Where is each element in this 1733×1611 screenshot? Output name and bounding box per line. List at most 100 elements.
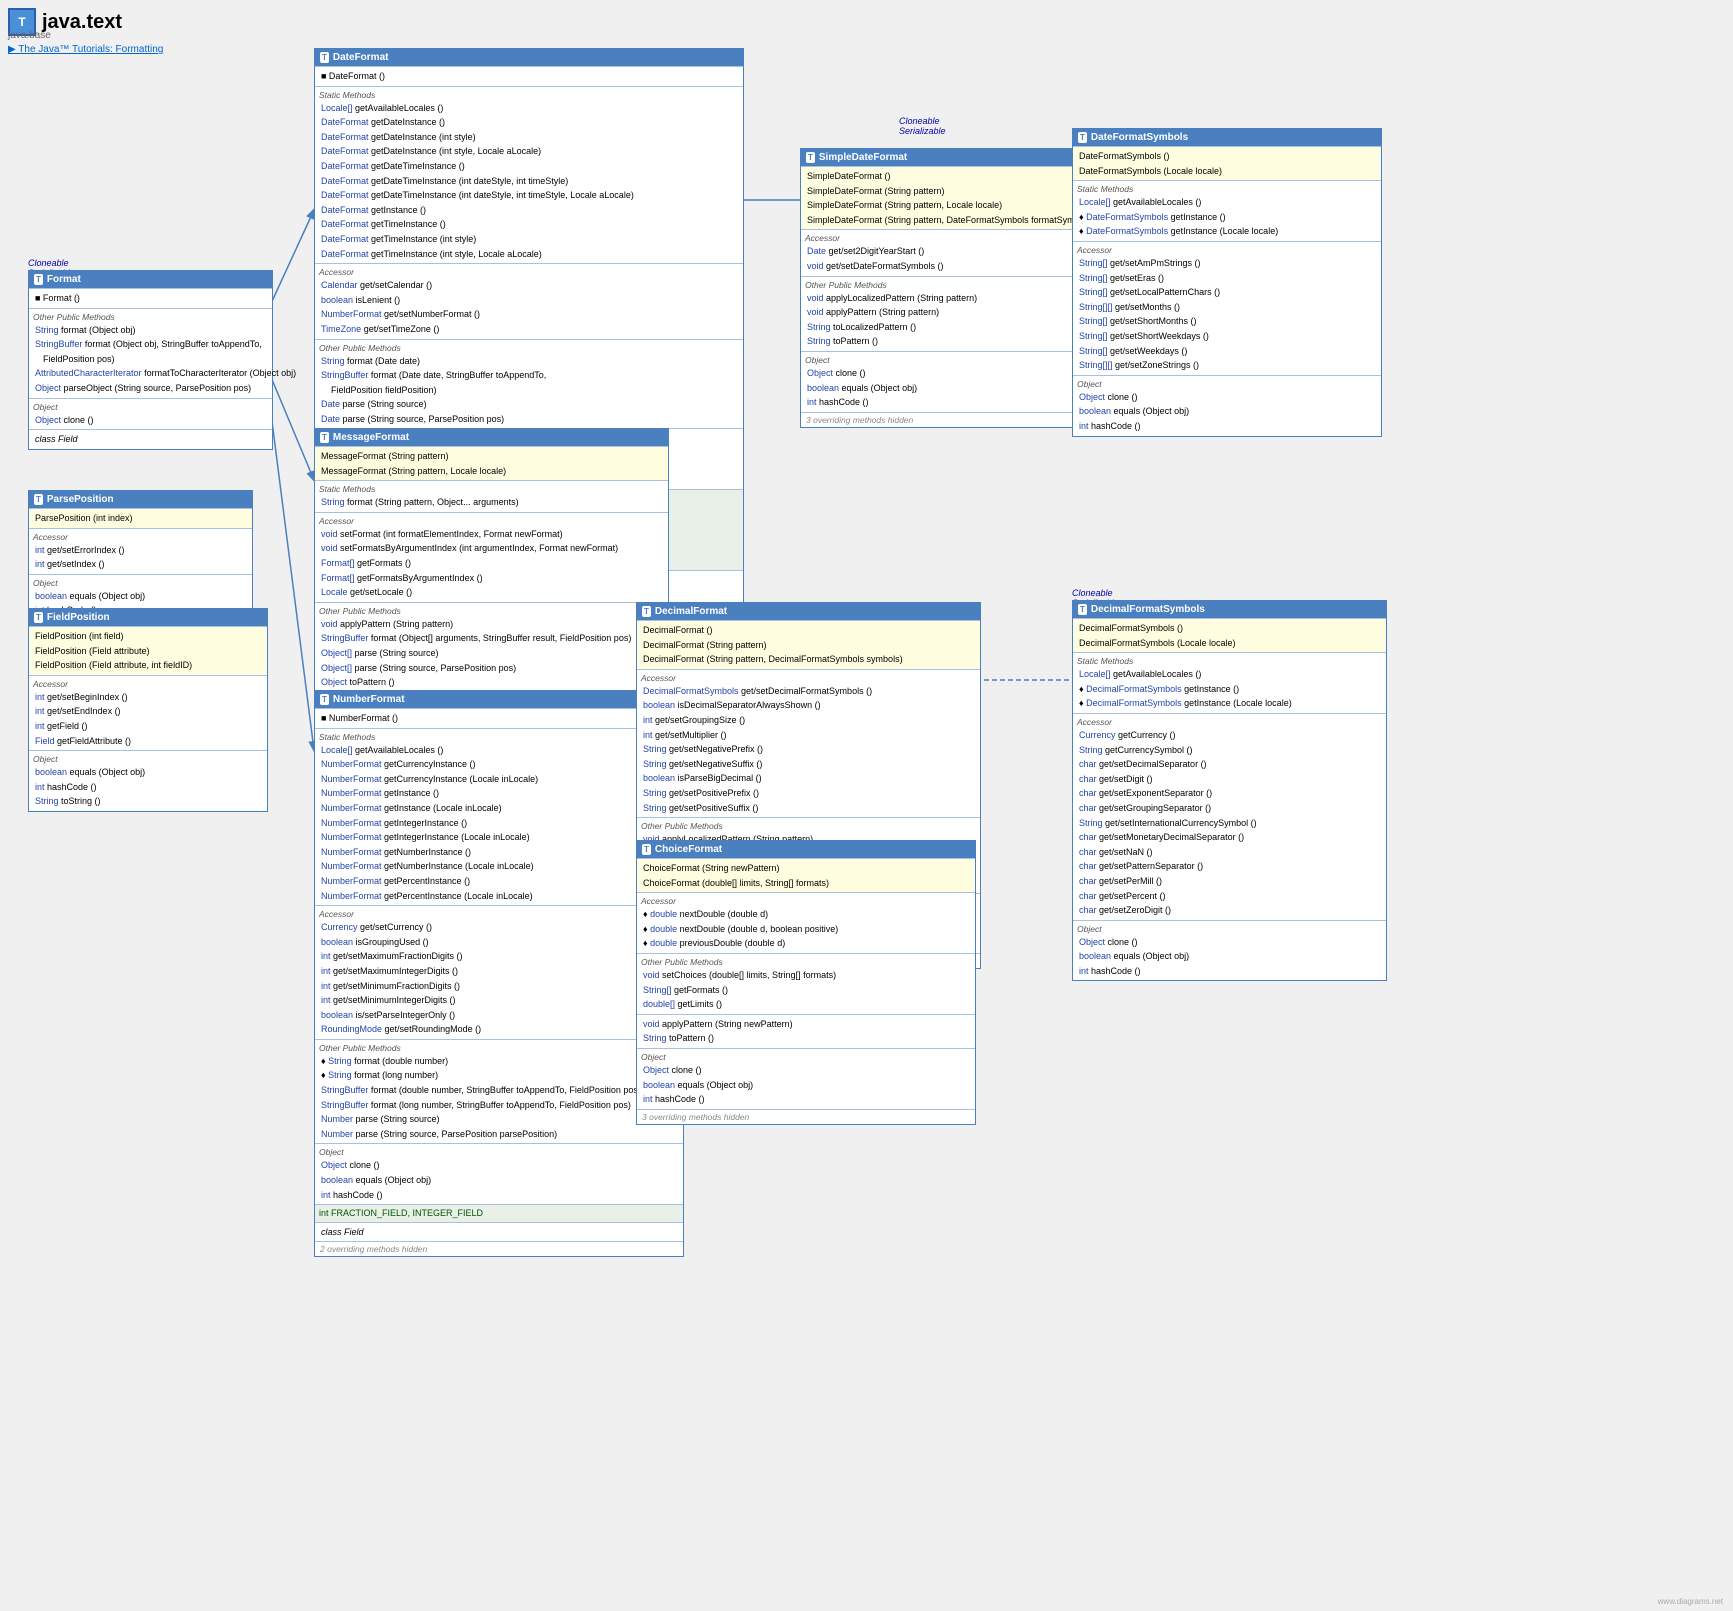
nf-s1: Locale[] getAvailableLocales () [319, 743, 679, 758]
fp-object-title: Object [33, 753, 263, 765]
nf-o1: ♦ String format (double number) [319, 1054, 679, 1069]
nf-s5: NumberFormat getInstance (Locale inLocal… [319, 801, 679, 816]
dcf-a1: DecimalFormatSymbols get/setDecimalForma… [641, 684, 976, 699]
nf-accessor-section: Accessor Currency get/setCurrency () boo… [315, 905, 683, 1039]
dfs-obj3: int hashCode () [1077, 419, 1377, 434]
nf-s2: NumberFormat getCurrencyInstance () [319, 757, 679, 772]
dcf-c2: DecimalFormat (String pattern) [641, 638, 976, 653]
dcfs-a6: char get/setGroupingSeparator () [1077, 801, 1382, 816]
cf-other-title: Other Public Methods [641, 956, 971, 968]
cf-obj2: boolean equals (Object obj) [641, 1078, 971, 1093]
df-a3: NumberFormat get/setNumberFormat () [319, 307, 739, 322]
cf-constructors: ChoiceFormat (String newPattern) ChoiceF… [637, 858, 975, 892]
fp-constructors: FieldPosition (int field) FieldPosition … [29, 626, 267, 675]
dfs-obj1: Object clone () [1077, 390, 1377, 405]
df-s5: DateFormat getDateTimeInstance () [319, 159, 739, 174]
fp-obj1: boolean equals (Object obj) [33, 765, 263, 780]
format-field-section: class Field [29, 429, 272, 449]
nf-a6: int get/setMinimumIntegerDigits () [319, 993, 679, 1008]
format-row-1: String format (Object obj) [33, 323, 268, 338]
dfs-obj2: boolean equals (Object obj) [1077, 404, 1377, 419]
dfs-static-section: Static Methods Locale[] getAvailableLoca… [1073, 180, 1381, 241]
format-clone: Object clone () [33, 413, 268, 428]
nf-classfield: class Field [319, 1225, 679, 1240]
df-s6: DateFormat getDateTimeInstance (int date… [319, 174, 739, 189]
format-row-4: AttributedCharacterIterator formatToChar… [33, 366, 268, 381]
dateformat-class-title: DateFormat [333, 52, 389, 63]
nf-s7: NumberFormat getIntegerInstance (Locale … [319, 830, 679, 845]
pp-constructors: ParsePosition (int index) [29, 508, 252, 528]
dfs-s1: Locale[] getAvailableLocales () [1077, 195, 1377, 210]
dcf-a8: String get/setPositivePrefix () [641, 786, 976, 801]
nf-header: T NumberFormat [315, 691, 683, 708]
dcfs-a12: char get/setPercent () [1077, 889, 1382, 904]
nf-accessor-title: Accessor [319, 908, 679, 920]
df-s1: Locale[] getAvailableLocales () [319, 101, 739, 116]
mf-accessor-title: Accessor [319, 515, 664, 527]
nf-static-title: Static Methods [319, 731, 679, 743]
fp-c3: FieldPosition (Field attribute, int fiel… [33, 658, 263, 673]
nf-icon: T [320, 694, 329, 705]
format-class-header: T Format [29, 271, 272, 288]
fp-accessor-title: Accessor [33, 678, 263, 690]
numberformat-class-box: T NumberFormat ■ NumberFormat () Static … [314, 690, 684, 1257]
dcf-c1: DecimalFormat () [641, 623, 976, 638]
format-constructor-section: ■ Format () [29, 288, 272, 308]
mf-a4: Format[] getFormatsByArgumentIndex () [319, 571, 664, 586]
format-class-box: T Format ■ Format () Other Public Method… [28, 270, 273, 450]
pp-title: ParsePosition [47, 494, 114, 505]
fp-object-section: Object boolean equals (Object obj) int h… [29, 750, 267, 811]
dcfs-c2: DecimalFormatSymbols (Locale locale) [1077, 636, 1382, 651]
pp-accessor-title: Accessor [33, 531, 248, 543]
format-class-title: Format [47, 274, 81, 285]
nf-obj2: boolean equals (Object obj) [319, 1173, 679, 1188]
mf-title: MessageFormat [333, 432, 409, 443]
cloneable-label-dateformatsymbols: CloneableSerializable [899, 116, 946, 136]
nf-s9: NumberFormat getNumberInstance (Locale i… [319, 859, 679, 874]
dcf-accessor-section: Accessor DecimalFormatSymbols get/setDec… [637, 669, 980, 817]
dcf-icon: T [642, 606, 651, 617]
mf-o1: void applyPattern (String pattern) [319, 617, 664, 632]
dcfs-a5: char get/setExponentSeparator () [1077, 786, 1382, 801]
dateformat-other-section: Other Public Methods String format (Date… [315, 339, 743, 429]
dcfs-icon: T [1078, 604, 1087, 615]
tutorial-link[interactable]: ▶ The Java™ Tutorials: Formatting [8, 44, 163, 55]
dcfs-a7: String get/setInternationalCurrencySymbo… [1077, 816, 1382, 831]
cf-e1: void applyPattern (String newPattern) [641, 1017, 971, 1032]
dateformat-accessor-title: Accessor [319, 266, 739, 278]
nf-constructor: ■ NumberFormat () [319, 711, 679, 726]
nf-obj3: int hashCode () [319, 1188, 679, 1203]
mf-static-section: Static Methods String format (String pat… [315, 480, 668, 512]
nf-overriding: 2 overriding methods hidden [315, 1241, 683, 1256]
nf-a5: int get/setMinimumFractionDigits () [319, 979, 679, 994]
format-constructor: ■ Format () [33, 291, 268, 306]
pp-a2: int get/setIndex () [33, 557, 248, 572]
sdf-icon: T [806, 152, 815, 163]
nf-title: NumberFormat [333, 694, 405, 705]
nf-a3: int get/setMaximumFractionDigits () [319, 949, 679, 964]
dcfs-static-title: Static Methods [1077, 655, 1382, 667]
df-a2: boolean isLenient () [319, 293, 739, 308]
nf-object-section: Object Object clone () boolean equals (O… [315, 1143, 683, 1204]
df-s9: DateFormat getTimeInstance () [319, 217, 739, 232]
format-row-2: StringBuffer format (Object obj, StringB… [33, 337, 268, 352]
nf-a1: Currency get/setCurrency () [319, 920, 679, 935]
dcfs-accessor-title: Accessor [1077, 716, 1382, 728]
df-a1: Calendar get/setCalendar () [319, 278, 739, 293]
dcfs-a11: char get/setPerMill () [1077, 874, 1382, 889]
dcfs-a9: char get/setNaN () [1077, 845, 1382, 860]
cf-a2: ♦ double nextDouble (double d, boolean p… [641, 922, 971, 937]
fp-obj3: String toString () [33, 794, 263, 809]
dcf-a7: boolean isParseBigDecimal () [641, 771, 976, 786]
dateformat-static-section: Static Methods Locale[] getAvailableLoca… [315, 86, 743, 264]
dcfs-c1: DecimalFormatSymbols () [1077, 621, 1382, 636]
nf-constructor-section: ■ NumberFormat () [315, 708, 683, 728]
mf-c2: MessageFormat (String pattern, Locale lo… [319, 464, 664, 479]
dfs-object-section: Object Object clone () boolean equals (O… [1073, 375, 1381, 436]
nf-obj1: Object clone () [319, 1158, 679, 1173]
nf-object-title: Object [319, 1146, 679, 1158]
nf-s4: NumberFormat getInstance () [319, 786, 679, 801]
dcf-title: DecimalFormat [655, 606, 727, 617]
cf-other-section: Other Public Methods void setChoices (do… [637, 953, 975, 1014]
dcf-a4: int get/setMultiplier () [641, 728, 976, 743]
